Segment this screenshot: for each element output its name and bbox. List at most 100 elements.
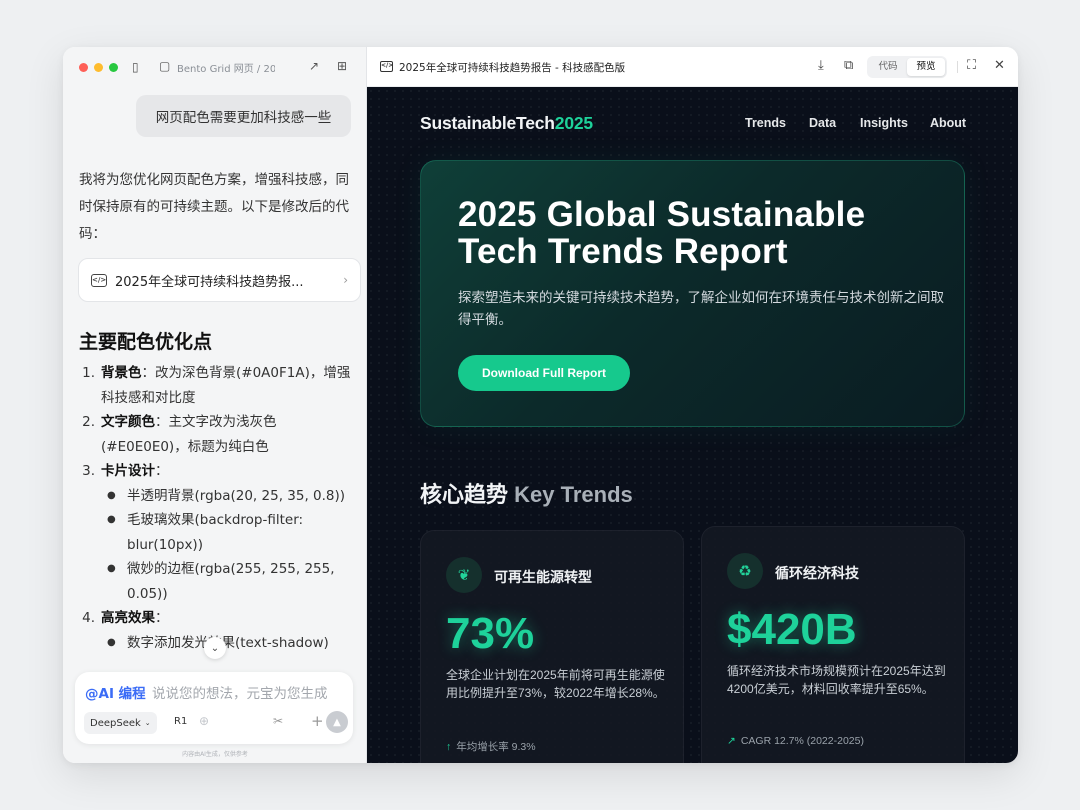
download-icon[interactable]: ⤓ xyxy=(818,58,824,73)
leaf-icon: ❦ xyxy=(446,557,482,593)
nav-link-data[interactable]: Data xyxy=(809,116,836,130)
sub-item-text: 毛玻璃效果(backdrop-filter: blur(10px)) xyxy=(127,512,304,553)
card-meta: ↗ CAGR 12.7% (2022-2025) xyxy=(727,735,864,747)
assistant-intro: 我将为您优化网页配色方案，增强科技感，同时保持原有的可持续主题。以下是修改后的代… xyxy=(79,172,349,242)
plus-icon[interactable]: + xyxy=(311,712,324,730)
trend-card-renewable[interactable]: ❦ 可再生能源转型 73% 全球企业计划在2025年前将可再生能源使用比例提升至… xyxy=(420,530,684,763)
bullet-icon: ● xyxy=(107,563,116,574)
user-message: 网页配色需要更加科技感一些 xyxy=(136,95,351,137)
list-item: 2. 文字颜色：主文字改为浅灰色(#E0E0E0)，标题为纯白色 xyxy=(79,410,354,459)
arrow-up-icon: ↑ xyxy=(446,741,452,753)
scissors-icon[interactable]: ✂ xyxy=(273,714,283,728)
sub-list-item: ● 毛玻璃效果(backdrop-filter: blur(10px)) xyxy=(79,508,354,557)
nav-link-about[interactable]: About xyxy=(930,116,966,130)
toolbar-divider xyxy=(957,61,958,73)
code-file-icon: </> xyxy=(380,61,393,72)
send-button[interactable]: ▲ xyxy=(326,711,348,733)
card-description: 全球企业计划在2025年前将可再生能源使用比例提升至73%，较2022年增长28… xyxy=(446,668,665,700)
list-number: 4. xyxy=(82,610,95,626)
card-stat: 73% xyxy=(446,609,535,658)
recycle-icon: ♻ xyxy=(727,553,763,589)
tip-key: 文字颜色 xyxy=(101,414,155,430)
tip-key: 卡片设计 xyxy=(101,463,155,479)
list-item: 3. 卡片设计： xyxy=(79,459,354,484)
ai-coding-tag[interactable]: @AI 编程 xyxy=(85,682,146,702)
view-toggle[interactable]: 代码 预览 xyxy=(867,56,947,78)
logo-accent: 2025 xyxy=(554,113,593,133)
close-window-button[interactable] xyxy=(79,62,88,72)
sidebar-toggle-icon[interactable]: ▯ xyxy=(132,60,139,74)
disclaimer: 内容由AI生成，仅供参考 xyxy=(182,751,248,758)
tip-text: ： xyxy=(155,610,169,626)
trend-chart-icon: ↗ xyxy=(727,735,736,747)
chevron-down-icon: ⌄ xyxy=(144,719,151,727)
web-search-icon[interactable]: ⊕ xyxy=(199,714,209,728)
r1-toggle[interactable]: R1 xyxy=(174,716,187,727)
model-selector[interactable]: DeepSeek ⌄ xyxy=(84,712,157,734)
chat-bubble-icon: ▢ xyxy=(159,59,171,73)
tip-key: 高亮效果 xyxy=(101,610,155,626)
hero-title: 2025 Global Sustainable Tech Trends Repo… xyxy=(458,195,866,271)
preview-title: 2025年全球可持续科技趋势报告 - 科技感配色版 xyxy=(399,62,626,74)
chat-pane: ▯ ▢ Bento Grid 网页 / 20 ↗ ⊞ 网页配色需要更加科技感一些… xyxy=(63,47,367,763)
bullet-icon: ● xyxy=(107,514,116,525)
list-number: 3. xyxy=(82,463,95,479)
sub-item-text: 微妙的边框(rgba(255, 255, 255, 0.05)) xyxy=(127,561,335,602)
section-title-cn: 核心趋势 xyxy=(420,482,509,507)
fullscreen-icon[interactable]: ⛶ xyxy=(967,58,976,73)
hero-subtitle: 探索塑造未来的关键可持续技术趋势，了解企业如何在环境责任与技术创新之间取得平衡。 xyxy=(458,290,944,327)
list-item: 4. 高亮效果： xyxy=(79,606,354,631)
model-name: DeepSeek xyxy=(90,717,141,729)
list-number: 1. xyxy=(82,365,95,381)
scroll-down-button[interactable]: ⌄ xyxy=(204,637,226,659)
card-title: 可再生能源转型 xyxy=(494,569,592,585)
section-title-en: Key Trends xyxy=(514,482,633,507)
logo-text: SustainableTech xyxy=(420,113,555,133)
website-preview[interactable]: SustainableTech2025 Trends Data Insights… xyxy=(367,87,1018,763)
site-logo[interactable]: SustainableTech2025 xyxy=(420,113,593,134)
artifact-card[interactable]: </> 2025年全球可持续科技趋势报... › xyxy=(78,258,361,302)
tips-list: 1. 背景色：改为深色背景(#0A0F1A)，增强科技感和对比度 2. 文字颜色… xyxy=(79,361,354,655)
sub-item-text: 半透明背景(rgba(20, 25, 35, 0.8)) xyxy=(127,487,346,504)
hero-card: 2025 Global Sustainable Tech Trends Repo… xyxy=(420,160,965,427)
composer-input[interactable]: 说说您的想法，元宝为您生成 xyxy=(152,682,328,702)
sub-list-item: ● 半透明背景(rgba(20, 25, 35, 0.8)) xyxy=(79,484,354,509)
card-stat: $420B xyxy=(727,605,857,654)
section-heading: 主要配色优化点 xyxy=(79,331,213,353)
tab-code[interactable]: 代码 xyxy=(869,58,907,76)
app-window: ▯ ▢ Bento Grid 网页 / 20 ↗ ⊞ 网页配色需要更加科技感一些… xyxy=(63,47,1018,763)
list-item: 1. 背景色：改为深色背景(#0A0F1A)，增强科技感和对比度 xyxy=(79,361,354,410)
list-number: 2. xyxy=(82,414,95,430)
sub-list-item: ● 微妙的边框(rgba(255, 255, 255, 0.05)) xyxy=(79,557,354,606)
bullet-icon: ● xyxy=(107,636,116,648)
maximize-window-button[interactable] xyxy=(109,62,118,72)
new-chat-icon[interactable]: ⊞ xyxy=(337,59,347,73)
section-title: 核心趋势 Key Trends xyxy=(420,477,633,509)
download-report-button[interactable]: Download Full Report xyxy=(458,355,630,391)
preview-pane: </> 2025年全球可持续科技趋势报告 - 科技感配色版 ⤓ ⧉ 代码 预览 … xyxy=(367,47,1018,763)
nav-link-insights[interactable]: Insights xyxy=(860,116,908,130)
preview-toolbar: </> 2025年全球可持续科技趋势报告 - 科技感配色版 ⤓ ⧉ 代码 预览 … xyxy=(367,47,1018,87)
close-icon[interactable]: ✕ xyxy=(994,58,1005,73)
copy-icon[interactable]: ⧉ xyxy=(844,58,853,73)
chat-messages[interactable]: 我将为您优化网页配色方案，增强科技感，同时保持原有的可持续主题。以下是修改后的代… xyxy=(63,147,367,667)
artifact-label: 2025年全球可持续科技趋势报... xyxy=(115,274,304,290)
code-icon: </> xyxy=(91,273,107,287)
sub-item-text: 数字添加发光效果(text-shadow) xyxy=(127,634,329,651)
chat-title[interactable]: Bento Grid 网页 / 20 xyxy=(177,60,275,75)
bullet-icon: ● xyxy=(107,489,116,501)
nav-link-trends[interactable]: Trends xyxy=(745,116,786,130)
chevron-right-icon: › xyxy=(343,273,348,287)
message-composer[interactable]: @AI 编程 说说您的想法，元宝为您生成 DeepSeek ⌄ R1 ⊕ ✂ +… xyxy=(75,672,353,744)
card-description: 循环经济技术市场规模预计在2025年达到4200亿美元，材料回收率提升至65%。 xyxy=(727,664,946,696)
trend-card-circular[interactable]: ♻ 循环经济科技 $420B 循环经济技术市场规模预计在2025年达到4200亿… xyxy=(701,526,965,763)
card-meta-text: 年均增长率 9.3% xyxy=(456,741,536,753)
tip-text: ： xyxy=(155,463,169,479)
tab-preview[interactable]: 预览 xyxy=(907,58,945,76)
share-icon[interactable]: ↗ xyxy=(309,59,319,73)
minimize-window-button[interactable] xyxy=(94,62,103,72)
card-meta-text: CAGR 12.7% (2022-2025) xyxy=(740,735,864,747)
tip-key: 背景色 xyxy=(101,365,142,381)
card-meta: ↑ 年均增长率 9.3% xyxy=(446,739,536,754)
card-title: 循环经济科技 xyxy=(775,565,859,581)
